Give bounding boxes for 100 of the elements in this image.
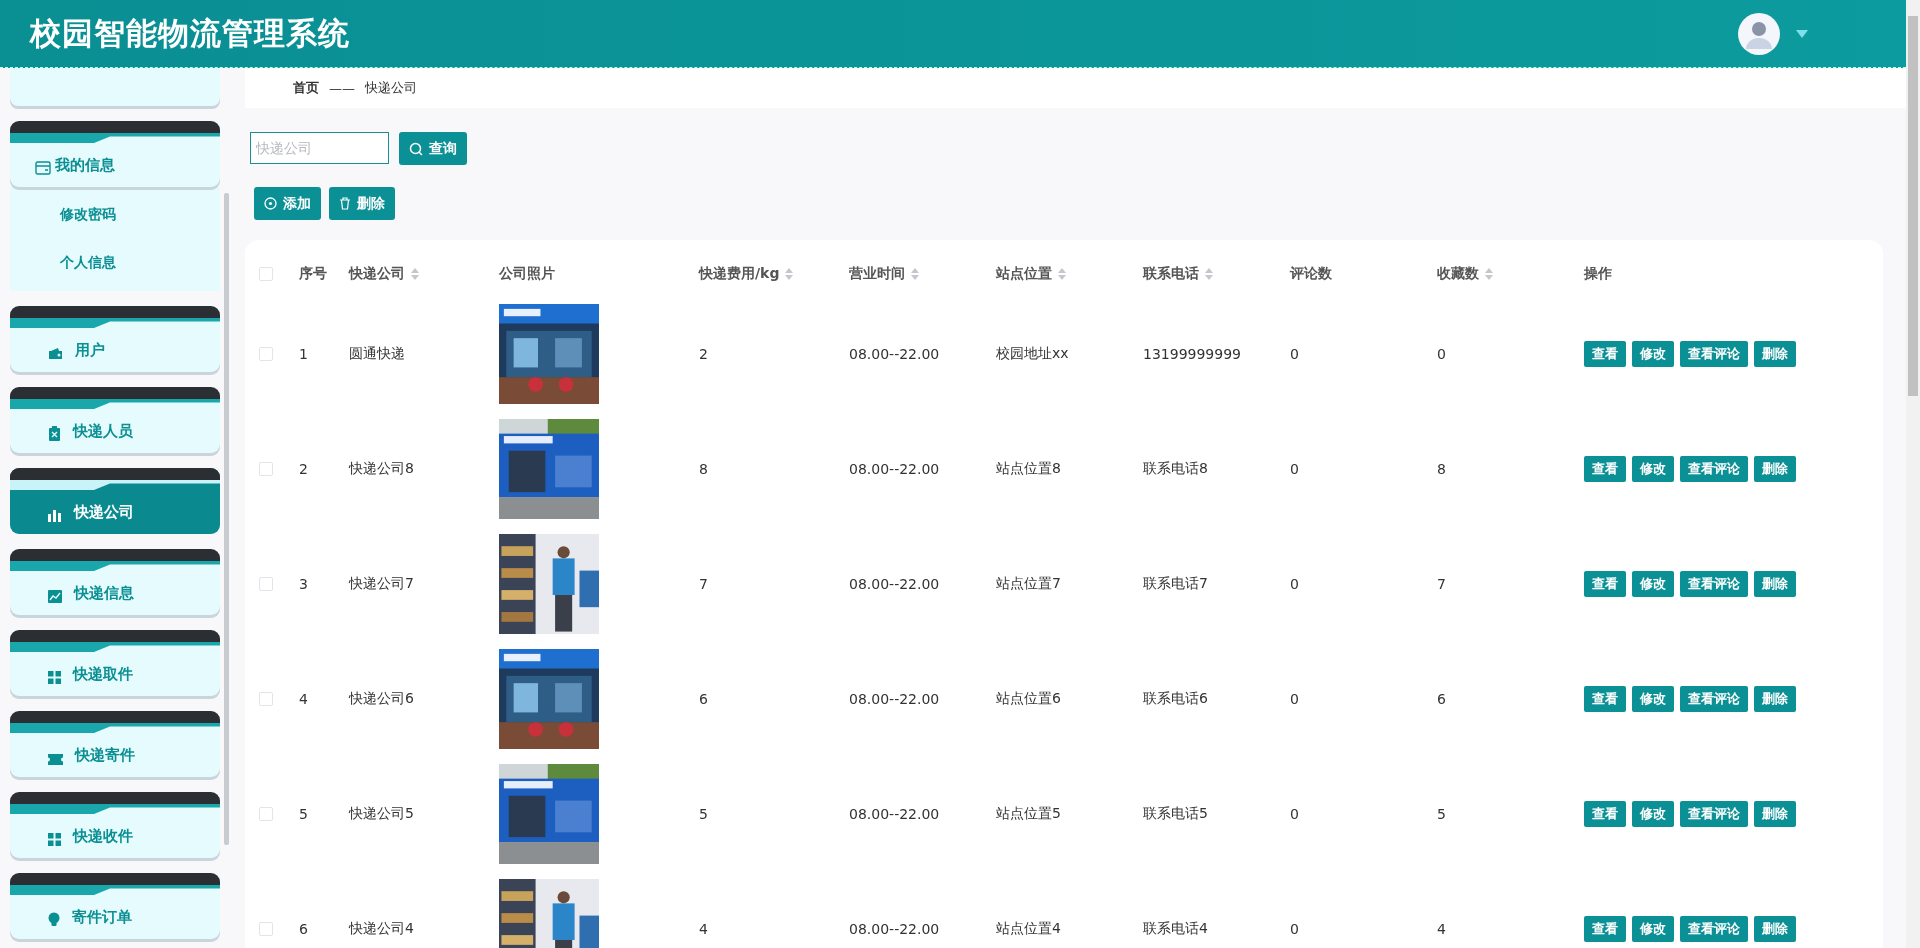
table-cell: 8 xyxy=(699,460,708,477)
comments-button[interactable]: 查看评论 xyxy=(1680,685,1748,712)
table-cell: 站点位置7 xyxy=(996,574,1061,591)
checkbox[interactable] xyxy=(259,346,273,361)
checkbox[interactable] xyxy=(259,267,273,281)
edit-button[interactable]: 修改 xyxy=(1632,570,1674,597)
search-button[interactable]: 查询 xyxy=(399,132,467,165)
column-header[interactable]: 收藏数 xyxy=(1437,265,1479,283)
menu-item[interactable]: 快递收件 xyxy=(10,792,220,858)
column-header[interactable]: 营业时间 xyxy=(849,265,905,283)
table-cell: 0 xyxy=(1290,575,1299,592)
trash-icon xyxy=(339,197,351,210)
sort-icon[interactable] xyxy=(1485,268,1493,280)
table-cell: 6 xyxy=(1437,690,1446,707)
caret-icon[interactable] xyxy=(1796,29,1808,38)
view-button[interactable]: 查看 xyxy=(1584,455,1626,482)
view-button[interactable]: 查看 xyxy=(1584,685,1626,712)
submenu-item[interactable]: 修改密码 xyxy=(10,191,220,239)
menu-item[interactable]: 快递公司 xyxy=(10,468,220,534)
table-cell: 08.00--22.00 xyxy=(849,575,940,592)
table-cell: 0 xyxy=(1290,460,1299,477)
table-cell: 08.00--22.00 xyxy=(849,690,940,707)
edit-button[interactable]: 修改 xyxy=(1632,800,1674,827)
table-cell: 8 xyxy=(1437,460,1446,477)
table-cell: 联系电话5 xyxy=(1143,804,1208,821)
column-header[interactable]: 快递费用/kg xyxy=(699,265,780,283)
table-cell: 快递公司8 xyxy=(349,459,414,476)
plus-circle-icon xyxy=(264,197,277,210)
table-cell: 08.00--22.00 xyxy=(849,460,940,477)
checkbox[interactable] xyxy=(259,806,273,821)
checkbox[interactable] xyxy=(259,576,273,591)
edit-button[interactable]: 修改 xyxy=(1632,685,1674,712)
menu-item[interactable]: 快递人员 xyxy=(10,387,220,453)
comments-button[interactable]: 查看评论 xyxy=(1680,340,1748,367)
submenu-item[interactable]: 个人信息 xyxy=(10,239,220,287)
view-button[interactable]: 查看 xyxy=(1584,800,1626,827)
table-cell: 4 xyxy=(299,690,308,707)
delete-button[interactable]: 删除 xyxy=(1754,685,1796,712)
table-cell: 3 xyxy=(299,575,308,592)
sort-icon[interactable] xyxy=(911,268,919,280)
delete-button[interactable]: 删除 xyxy=(1754,570,1796,597)
table-cell: 08.00--22.00 xyxy=(849,805,940,822)
menu-card[interactable] xyxy=(10,68,220,106)
search-field[interactable]: 快递公司 xyxy=(250,132,389,164)
clipboard-icon xyxy=(48,426,61,441)
checkbox[interactable] xyxy=(259,691,273,706)
add-button[interactable]: 添加 xyxy=(254,187,321,220)
view-button[interactable]: 查看 xyxy=(1584,570,1626,597)
edit-button[interactable]: 修改 xyxy=(1632,455,1674,482)
table-cell: 站点位置4 xyxy=(996,919,1061,936)
menu-item[interactable]: 我的信息 xyxy=(10,121,220,187)
grid-icon xyxy=(48,671,61,684)
scrollbar[interactable] xyxy=(1908,16,1918,396)
sort-icon[interactable] xyxy=(411,268,419,280)
table-cell: 联系电话8 xyxy=(1143,459,1208,476)
edit-button[interactable]: 修改 xyxy=(1632,340,1674,367)
comments-button[interactable]: 查看评论 xyxy=(1680,455,1748,482)
table-cell: 站点位置8 xyxy=(996,459,1061,476)
column-header[interactable]: 站点位置 xyxy=(996,265,1052,283)
comments-button[interactable]: 查看评论 xyxy=(1680,800,1748,827)
table-cell: 0 xyxy=(1290,345,1299,362)
delete-button[interactable]: 删除 xyxy=(1754,915,1796,942)
delete-button[interactable]: 删除 xyxy=(1754,340,1796,367)
delete-button[interactable]: 删除 xyxy=(1754,455,1796,482)
view-button[interactable]: 查看 xyxy=(1584,340,1626,367)
avatar-icon[interactable] xyxy=(1738,12,1780,55)
column-header[interactable]: 快递公司 xyxy=(349,265,405,283)
app-title: 校园智能物流管理系统 xyxy=(30,13,351,53)
table-cell: 0 xyxy=(1290,920,1299,937)
table-cell: 2 xyxy=(699,345,708,362)
menu-item[interactable]: 快递寄件 xyxy=(10,711,220,777)
table-cell: 联系电话4 xyxy=(1143,919,1208,936)
line-chart-icon xyxy=(48,590,62,603)
table-cell: 联系电话7 xyxy=(1143,574,1208,591)
breadcrumb-item[interactable]: 首页 xyxy=(293,79,319,97)
search-icon xyxy=(409,141,423,156)
table-cell: 7 xyxy=(699,575,708,592)
table-cell: 快递公司7 xyxy=(349,574,414,591)
delete-button[interactable]: 删除 xyxy=(329,187,395,220)
table-cell: 0 xyxy=(1290,805,1299,822)
menu-item[interactable]: 快递信息 xyxy=(10,549,220,615)
comments-button[interactable]: 查看评论 xyxy=(1680,570,1748,597)
checkbox[interactable] xyxy=(259,461,273,476)
menu-item[interactable]: 寄件订单 xyxy=(10,873,220,939)
sort-icon[interactable] xyxy=(1205,268,1213,280)
column-header[interactable]: 联系电话 xyxy=(1143,265,1199,283)
table-cell: 13199999999 xyxy=(1143,345,1241,362)
table-cell: 校园地址xx xyxy=(996,344,1069,361)
delete-button[interactable]: 删除 xyxy=(1754,800,1796,827)
comments-button[interactable]: 查看评论 xyxy=(1680,915,1748,942)
checkbox[interactable] xyxy=(259,921,273,936)
sort-icon[interactable] xyxy=(1058,268,1066,280)
sort-icon[interactable] xyxy=(785,268,794,280)
table-cell: 5 xyxy=(699,805,708,822)
view-button[interactable]: 查看 xyxy=(1584,915,1626,942)
breadcrumb-item[interactable]: 快递公司 xyxy=(365,79,417,97)
menu-item[interactable]: 快递取件 xyxy=(10,630,220,696)
menu-item[interactable]: 用户 xyxy=(10,306,220,372)
edit-button[interactable]: 修改 xyxy=(1632,915,1674,942)
column-header: 操作 xyxy=(1584,265,1612,283)
